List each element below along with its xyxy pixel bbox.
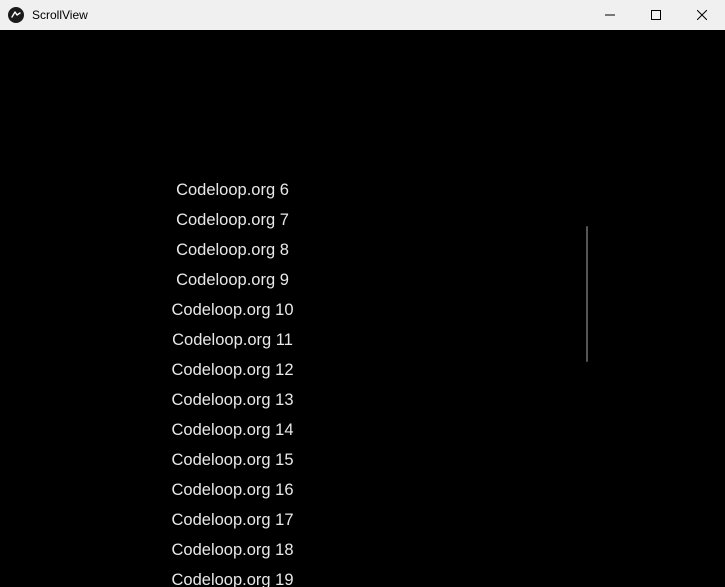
maximize-button[interactable]	[633, 0, 679, 30]
list-item[interactable]: Codeloop.org 10	[171, 295, 293, 325]
list-item[interactable]: Codeloop.org 8	[176, 235, 289, 265]
app-icon	[8, 7, 24, 23]
list-item[interactable]: Codeloop.org 17	[171, 505, 293, 535]
window: ScrollView Codeloop.org 6Codeloop.org 7C…	[0, 0, 725, 587]
list-item[interactable]: Codeloop.org 19	[171, 565, 293, 587]
scrollview[interactable]: Codeloop.org 6Codeloop.org 7Codeloop.org…	[0, 30, 725, 587]
list-item[interactable]: Codeloop.org 14	[171, 415, 293, 445]
minimize-button[interactable]	[587, 0, 633, 30]
window-title: ScrollView	[32, 8, 88, 22]
list-item[interactable]: Codeloop.org 16	[171, 475, 293, 505]
list-item[interactable]: Codeloop.org 15	[171, 445, 293, 475]
list-item[interactable]: Codeloop.org 11	[172, 325, 293, 355]
close-button[interactable]	[679, 0, 725, 30]
list-item[interactable]: Codeloop.org 6	[176, 175, 289, 205]
list-item[interactable]: Codeloop.org 9	[176, 265, 289, 295]
scrollbar[interactable]	[586, 226, 588, 362]
window-controls	[587, 0, 725, 30]
list-item[interactable]: Codeloop.org 18	[171, 535, 293, 565]
list: Codeloop.org 6Codeloop.org 7Codeloop.org…	[171, 175, 293, 587]
list-item[interactable]: Codeloop.org 13	[171, 385, 293, 415]
list-item[interactable]: Codeloop.org 7	[176, 205, 289, 235]
titlebar: ScrollView	[0, 0, 725, 30]
content-area: Codeloop.org 6Codeloop.org 7Codeloop.org…	[0, 30, 725, 587]
list-item[interactable]: Codeloop.org 12	[171, 355, 293, 385]
